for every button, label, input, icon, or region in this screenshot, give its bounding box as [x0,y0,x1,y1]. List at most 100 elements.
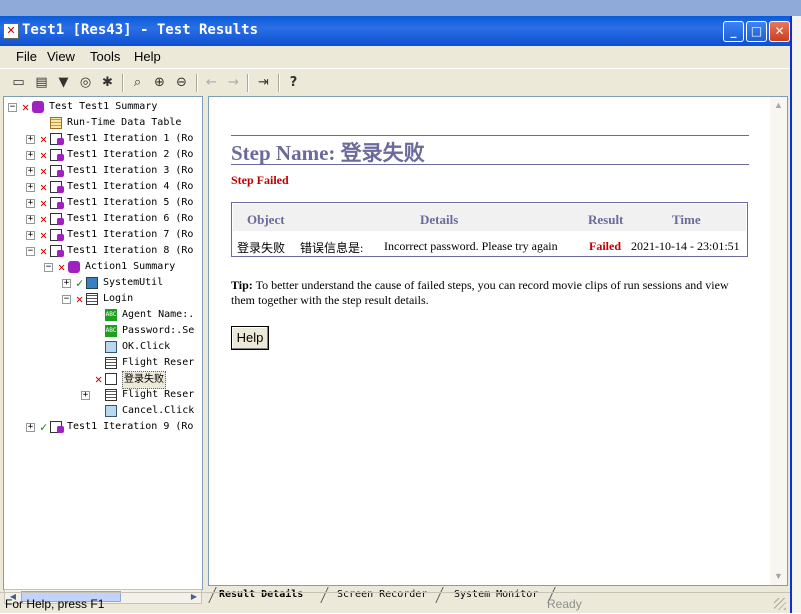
iteration-icon [50,149,64,161]
arrow-right-icon[interactable]: → [225,74,242,91]
expand-icon[interactable]: + [26,151,35,160]
failed-mark-icon: ✕ [40,132,48,146]
iteration-icon [50,133,64,145]
tree-node[interactable]: − ✕ Test Test1 Summary [4,99,202,115]
tree-node[interactable]: − ✕ Test1 Iteration 8 (Ro [4,243,202,259]
toolbar-separator [247,74,249,92]
test-results-window: ✕ Test1 [Res43] - Test Results _ □ ✕ Fil… [0,16,792,613]
expand-icon[interactable]: + [62,279,71,288]
expand-icon[interactable]: + [81,391,90,400]
failed-mark-icon: ✕ [40,148,48,162]
menu-help[interactable]: Help [134,49,161,64]
header-result: Result [588,212,624,227]
expand-icon[interactable]: + [26,167,35,176]
find-icon[interactable]: ◎ [77,74,94,91]
tip-body: To better understand the cause of failed… [231,278,729,307]
tree-node-label: Test1 Iteration 9 (Ro [67,421,194,432]
tree-node[interactable]: Flight Reser [4,355,202,371]
menu-file[interactable]: File [16,49,37,64]
collapse-icon[interactable]: − [26,247,35,256]
failed-mark-icon: ✕ [95,372,103,386]
help-icon[interactable]: ? [285,74,302,91]
button-icon [105,341,117,353]
passed-mark-icon: ✓ [40,420,48,434]
tree-node[interactable]: + ✕ Test1 Iteration 2 (Ro [4,147,202,163]
window-icon [105,389,117,401]
menu-view[interactable]: View [47,49,75,64]
expand-icon[interactable]: + [26,183,35,192]
open-folder-icon[interactable]: ▭ [10,74,27,91]
details-vertical-scrollbar[interactable]: ▲ ▼ [770,97,787,585]
tree-node-label: Test1 Iteration 2 (Ro [67,149,194,160]
util-icon [86,277,98,289]
iteration-icon [50,213,64,225]
filter-icon[interactable]: ▼ [55,74,72,91]
expand-icon[interactable]: + [26,215,35,224]
tree-node-label: Test1 Iteration 1 (Ro [67,133,194,144]
expand-icon[interactable]: + [26,231,35,240]
tree-node[interactable]: Cancel.Click [4,403,202,419]
tree-node[interactable]: ABC Password:.Se [4,323,202,339]
zoom-in-icon[interactable]: ⊕ [151,74,168,91]
iteration-icon [50,245,64,257]
tree-node[interactable]: + ✕ Test1 Iteration 3 (Ro [4,163,202,179]
arrow-left-icon[interactable]: ← [203,74,220,91]
collapse-icon[interactable]: − [8,103,17,112]
results-tree: − ✕ Test Test1 Summary Run-Time Data Table +… [3,96,203,590]
app-icon[interactable]: ✕ [3,23,19,39]
tree-node-label: Action1 Summary [85,261,176,272]
textbox-icon: ABC [105,325,117,337]
expand-icon[interactable]: + [26,135,35,144]
iteration-icon [50,421,64,433]
scroll-up-icon[interactable]: ▲ [772,98,785,112]
tree-node[interactable]: + Flight Reser [4,387,202,403]
print-icon[interactable]: ▤ [33,74,50,91]
failed-mark-icon: ✕ [40,196,48,210]
window-icon [105,357,117,369]
jump-icon[interactable]: ⇥ [255,74,272,91]
button-icon [105,405,117,417]
tree-node[interactable]: + ✓ Test1 Iteration 9 (Ro [4,419,202,435]
bug-icon[interactable]: ✱ [99,74,116,91]
maximize-button[interactable]: □ [746,21,767,42]
zoom-icon[interactable]: ⌕ [129,74,146,91]
help-button[interactable]: Help [231,326,269,350]
tree-node[interactable]: + ✕ Test1 Iteration 1 (Ro [4,131,202,147]
table-icon [50,117,62,129]
failed-mark-icon: ✕ [76,292,84,306]
zoom-out-icon[interactable]: ⊖ [173,74,190,91]
minimize-button[interactable]: _ [723,21,744,42]
tree-node[interactable]: − ✕ Action1 Summary [4,259,202,275]
textbox-icon: ABC [105,309,117,321]
tree-node-label: Run-Time Data Table [67,117,182,128]
heading-rule-bottom [231,164,749,165]
window-title: Test1 [Res43] - Test Results [22,22,259,38]
collapse-icon[interactable]: − [62,295,71,304]
toolbar-separator [278,74,280,92]
tree-node[interactable]: + ✕ Test1 Iteration 4 (Ro [4,179,202,195]
cell-details-label: 错误信息是: [300,241,364,255]
tree-node[interactable]: ✕ 登录失败 [4,371,202,389]
tree-node[interactable]: Run-Time Data Table [4,115,202,131]
resize-grip-icon[interactable] [774,598,786,610]
tree-node[interactable]: + ✕ Test1 Iteration 7 (Ro [4,227,202,243]
tree-node[interactable]: + ✓ SystemUtil [4,275,202,291]
expand-icon[interactable]: + [26,199,35,208]
collapse-icon[interactable]: − [44,263,53,272]
tree-node[interactable]: + ✕ Test1 Iteration 5 (Ro [4,195,202,211]
toolbar: ▭ ▤ ▼ ◎ ✱ ⌕ ⊕ ⊖ ← → ⇥ ? [0,68,790,97]
tip-text: Tip: To better understand the cause of f… [231,278,741,308]
cell-time: 2021-10-14 - 23:01:51 [631,239,740,253]
menu-tools[interactable]: Tools [90,49,120,64]
tree-node[interactable]: ABC Agent Name:. [4,307,202,323]
tree-node-label: Test1 Iteration 3 (Ro [67,165,194,176]
tree-node[interactable]: − ✕ Login [4,291,202,307]
tree-node[interactable]: + ✕ Test1 Iteration 6 (Ro [4,211,202,227]
title-bar[interactable]: ✕ Test1 [Res43] - Test Results _ □ ✕ [0,16,790,46]
tree-node-label: Test Test1 Summary [49,101,158,112]
close-button[interactable]: ✕ [769,21,790,42]
scroll-down-icon[interactable]: ▼ [772,569,785,583]
tree-node-label: OK.Click [122,341,171,352]
tree-node[interactable]: OK.Click [4,339,202,355]
expand-icon[interactable]: + [26,423,35,432]
